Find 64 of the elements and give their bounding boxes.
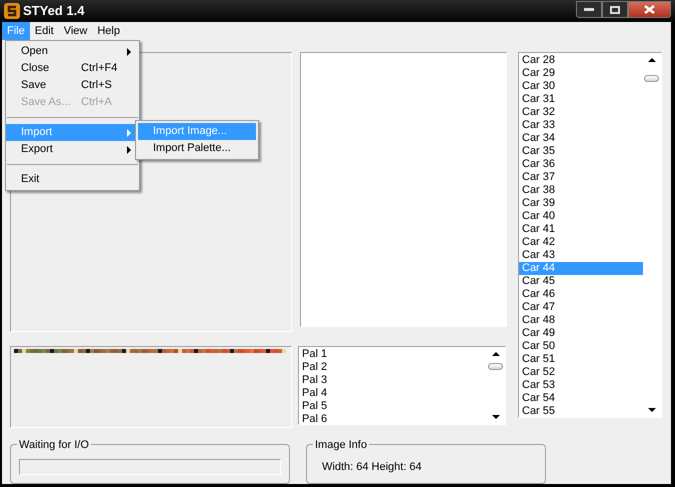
list-item[interactable]: Car 32: [519, 106, 643, 119]
close-button[interactable]: [628, 1, 671, 18]
list-item[interactable]: Car 39: [519, 197, 643, 210]
scroll-thumb[interactable]: [644, 75, 659, 82]
submenu-arrow-icon: [127, 146, 131, 154]
submenu-arrow-icon: [127, 128, 131, 136]
list-item[interactable]: Car 45: [519, 275, 643, 288]
menu-entry[interactable]: Close Ctrl+F4: [6, 60, 139, 77]
window-title: STYed 1.4: [23, 2, 84, 20]
list-item[interactable]: Car 51: [519, 353, 643, 366]
list-item[interactable]: Car 49: [519, 327, 643, 340]
menu-item[interactable]: View: [58, 22, 92, 40]
list-item[interactable]: Pal 1: [302, 348, 487, 361]
scroll-down-icon[interactable]: [648, 408, 656, 412]
list-item[interactable]: Pal 5: [302, 400, 487, 413]
list-item[interactable]: Pal 6: [302, 413, 487, 426]
menu-item[interactable]: Edit: [30, 22, 59, 40]
car-list[interactable]: Car 28 Car 29 Car 30 Car 31 Car 32 Car 33 Car 34 Car 35 Car 36 Car 37 Car 38 Car 39 Car 40 Car 41 Car 42 Car 43 Car 44 Car 45 Car 46 Car 47 Car 48 Car 49 Car 50 Car 51 Car 52 Car 53 Car 54 Car 55: [518, 52, 662, 418]
menu-entry[interactable]: Export: [6, 141, 139, 158]
menu-entry[interactable]: Exit: [6, 171, 139, 188]
maximize-button[interactable]: [602, 1, 628, 18]
list-item[interactable]: Car 54: [519, 392, 643, 405]
list-item[interactable]: Car 43: [519, 249, 643, 262]
list-item[interactable]: Car 41: [519, 223, 643, 236]
menu-entry[interactable]: Open: [6, 43, 139, 60]
list-item[interactable]: Car 37: [519, 171, 643, 184]
list-item[interactable]: Car 46: [519, 288, 643, 301]
list-item[interactable]: Car 53: [519, 379, 643, 392]
list-item[interactable]: Car 28: [519, 54, 643, 67]
menu-entry[interactable]: Import Palette...: [138, 140, 256, 157]
scroll-thumb[interactable]: [488, 363, 503, 370]
menu-item[interactable]: Help: [92, 22, 125, 40]
list-item[interactable]: Car 48: [519, 314, 643, 327]
menu-entry[interactable]: Save Ctrl+S: [6, 77, 139, 94]
list-item[interactable]: Pal 4: [302, 387, 487, 400]
list-item[interactable]: Car 36: [519, 158, 643, 171]
minimize-icon: [584, 8, 594, 11]
list-item[interactable]: Pal 3: [302, 374, 487, 387]
list-item[interactable]: Car 55: [519, 405, 643, 418]
list-item[interactable]: Car 42: [519, 236, 643, 249]
scroll-down-icon[interactable]: [492, 415, 500, 419]
list-item[interactable]: Car 38: [519, 184, 643, 197]
list-item[interactable]: Car 34: [519, 132, 643, 145]
list-item[interactable]: Car 40: [519, 210, 643, 223]
scroll-up-icon[interactable]: [648, 58, 656, 62]
image-size-text: Width: 64 Height: 64: [322, 461, 422, 473]
group-title: Waiting for I/O: [17, 437, 91, 454]
close-icon: [644, 5, 655, 14]
submenu-arrow-icon: [127, 48, 131, 56]
app-logo-icon: [4, 3, 20, 19]
scroll-up-icon[interactable]: [492, 352, 500, 356]
list-item[interactable]: Car 35: [519, 145, 643, 158]
group-title: Image Info: [313, 437, 369, 454]
list-item[interactable]: Car 33: [519, 119, 643, 132]
list-item[interactable]: Pal 2: [302, 361, 487, 374]
list-item[interactable]: Car 47: [519, 301, 643, 314]
minimize-button[interactable]: [576, 1, 602, 18]
list-item[interactable]: Car 52: [519, 366, 643, 379]
list-item[interactable]: Car 29: [519, 67, 643, 80]
list-item[interactable]: Car 30: [519, 80, 643, 93]
maximize-icon: [610, 6, 620, 14]
palette-list[interactable]: Pal 1 Pal 2 Pal 3 Pal 4 Pal 5 Pal 6: [298, 346, 506, 425]
list-item[interactable]: Car 31: [519, 93, 643, 106]
list-item[interactable]: Car 50: [519, 340, 643, 353]
